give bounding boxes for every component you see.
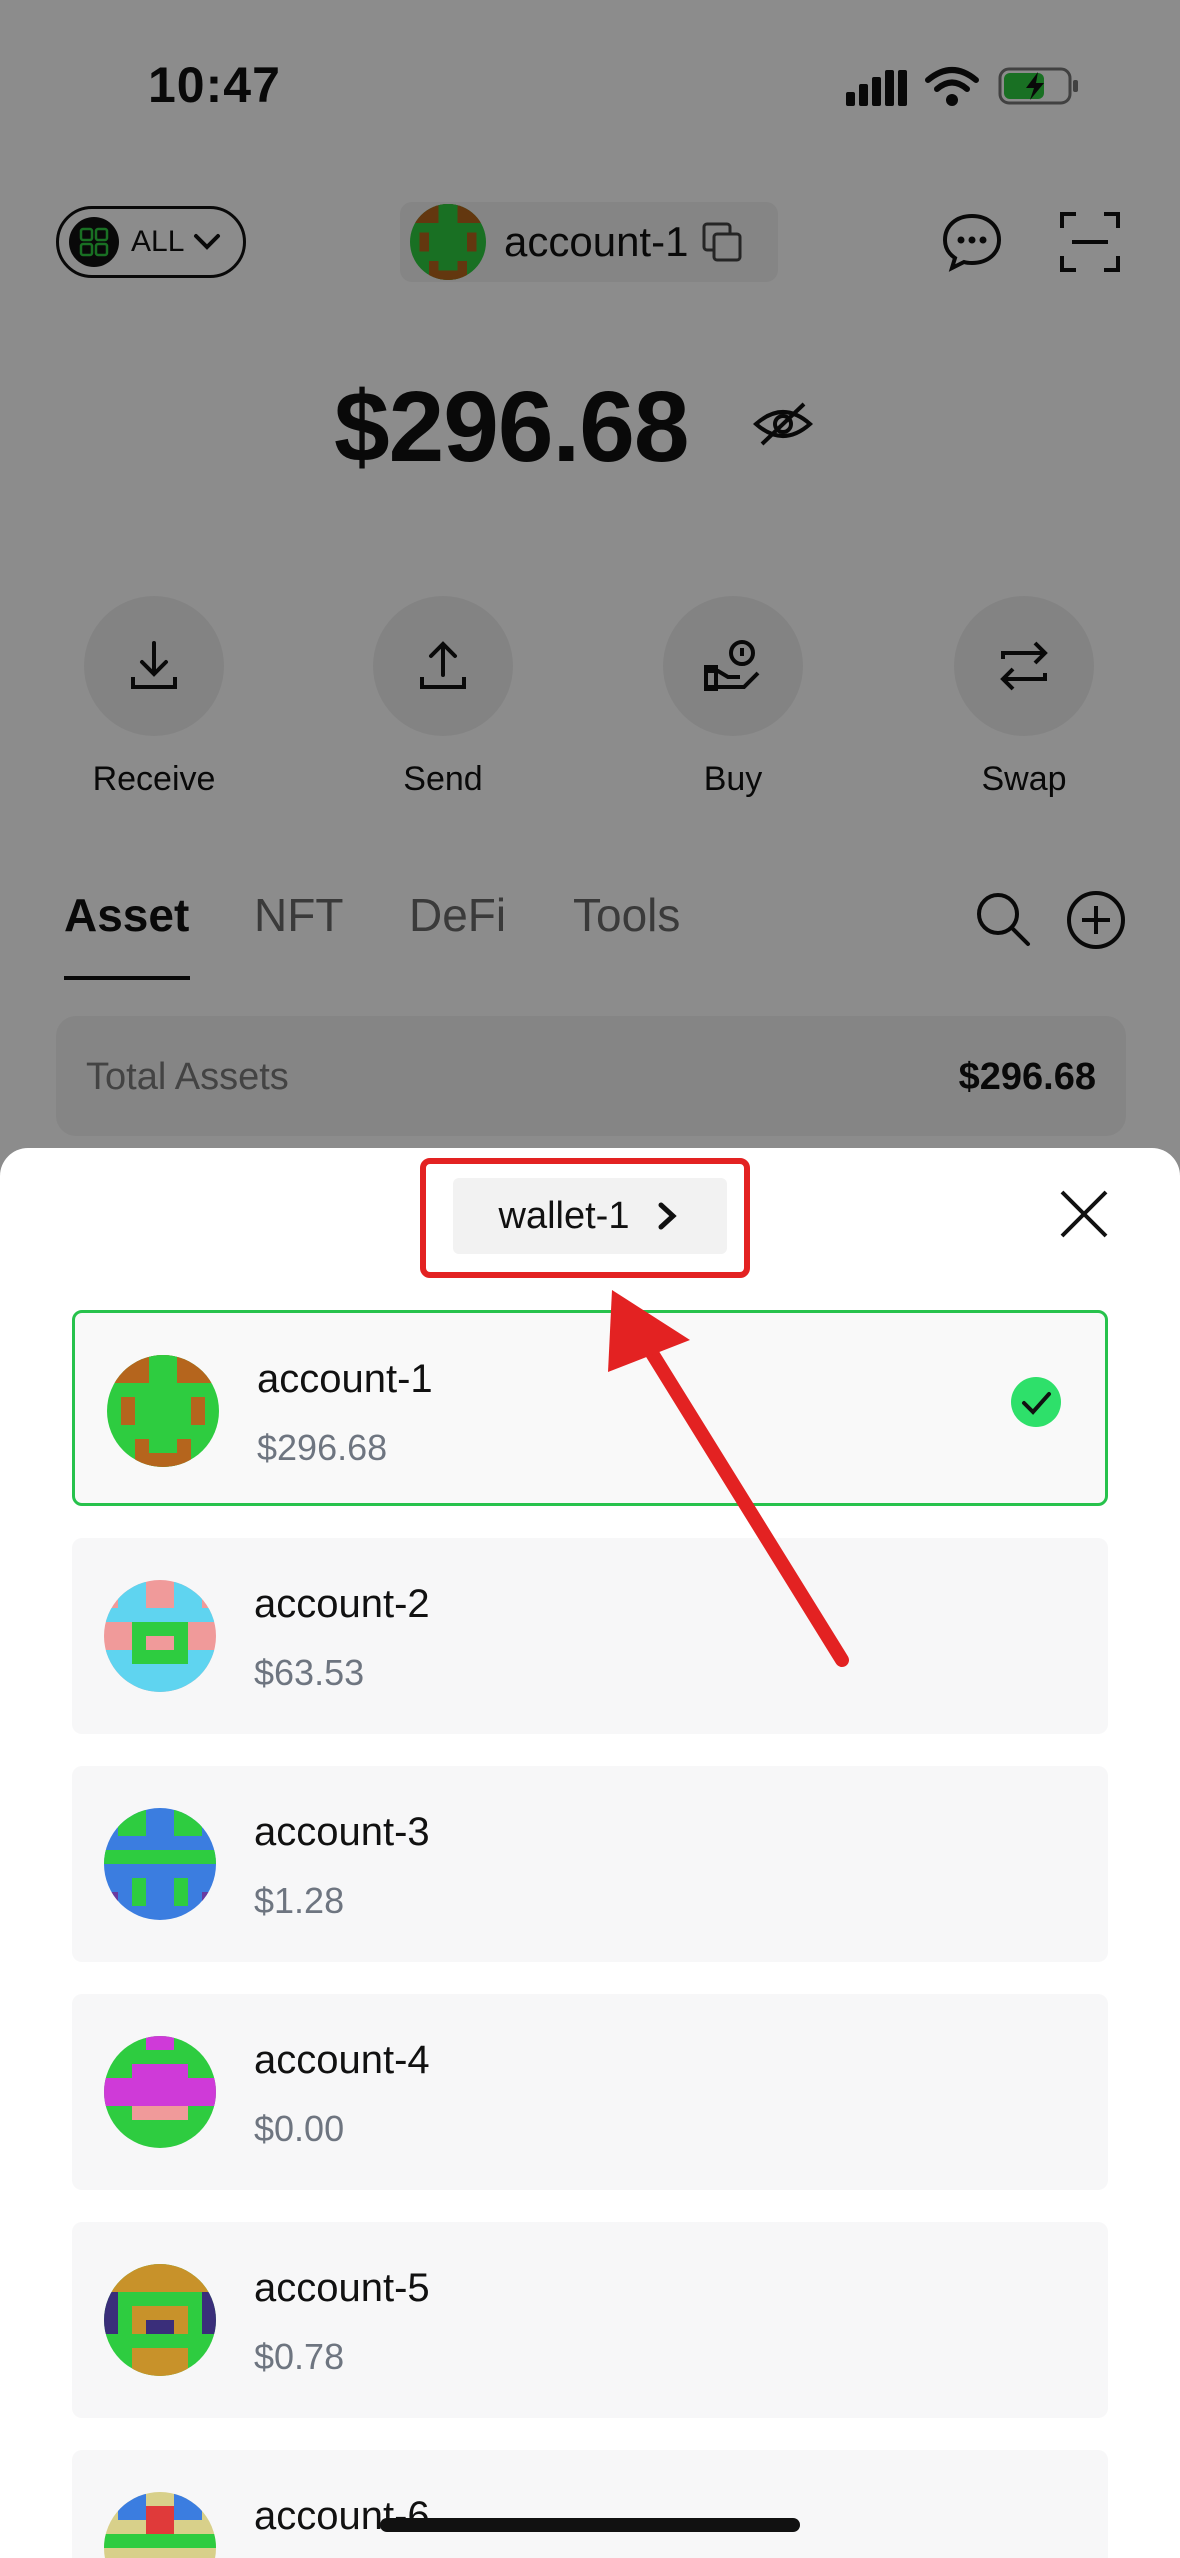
account-card-6[interactable]: account-6 — [72, 2450, 1108, 2558]
account-card-1[interactable]: account-1 $296.68 — [72, 1310, 1108, 1506]
account-card-3[interactable]: account-3 $1.28 — [72, 1766, 1108, 1962]
account-balance: $296.68 — [257, 1427, 388, 1468]
account-name: account-4 — [254, 2038, 430, 2082]
account-avatar — [104, 2492, 216, 2558]
checkmark-icon — [1011, 1377, 1061, 1427]
account-avatar — [107, 1355, 219, 1467]
account-name: account-5 — [254, 2266, 430, 2310]
account-avatar — [104, 2264, 216, 2376]
account-name: account-1 — [257, 1357, 433, 1401]
account-balance: $1.28 — [254, 1880, 345, 1921]
account-avatar — [104, 1808, 216, 1920]
account-card-5[interactable]: account-5 $0.78 — [72, 2222, 1108, 2418]
close-icon[interactable] — [1056, 1186, 1112, 1242]
account-card-2[interactable]: account-2 $63.53 — [72, 1538, 1108, 1734]
modal-backdrop[interactable] — [0, 0, 1180, 1200]
account-balance: $63.53 — [254, 1652, 365, 1693]
account-balance: $0.78 — [254, 2336, 345, 2377]
account-avatar — [104, 2036, 216, 2148]
account-avatar — [104, 1580, 216, 1692]
account-select-sheet: wallet-1 account-1 $296.68 account-2 $63… — [0, 1148, 1180, 2558]
annotation-highlight-box — [420, 1158, 750, 1278]
home-indicator — [380, 2518, 800, 2532]
account-name: account-2 — [254, 1582, 430, 1626]
account-name: account-3 — [254, 1810, 430, 1854]
account-balance: $0.00 — [254, 2108, 345, 2149]
account-name: account-6 — [254, 2494, 430, 2538]
account-card-4[interactable]: account-4 $0.00 — [72, 1994, 1108, 2190]
